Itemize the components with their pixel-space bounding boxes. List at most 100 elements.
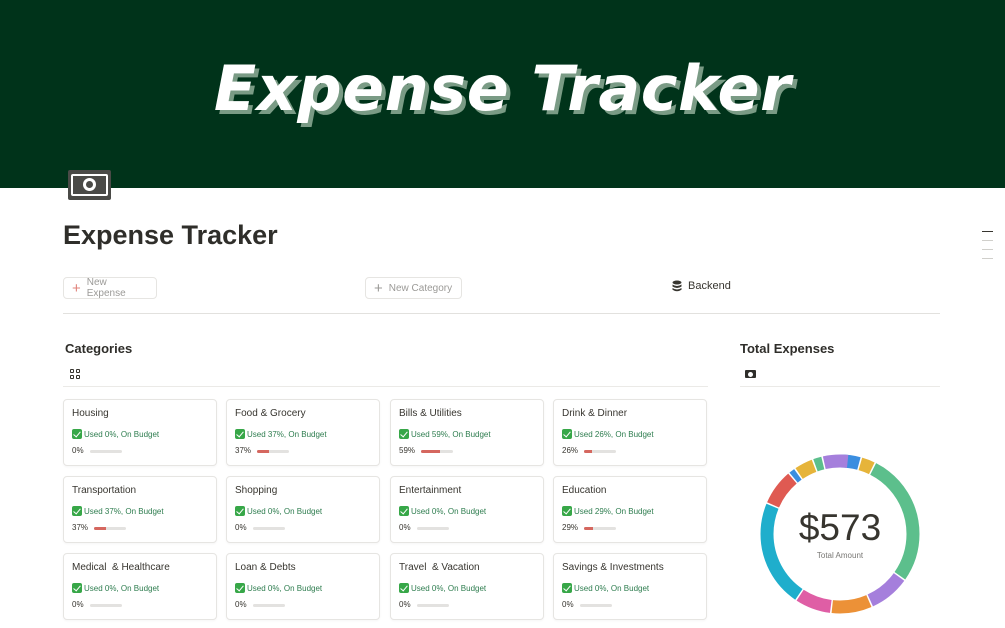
check-mark-icon: [399, 429, 409, 439]
category-card[interactable]: Savings & Investments Used 0%, On Budget 0…: [553, 553, 707, 620]
category-name: Savings & Investments: [562, 562, 664, 573]
category-card[interactable]: Loan & Debts Used 0%, On Budget 0%: [226, 553, 380, 620]
backend-label: Backend: [688, 280, 731, 292]
budget-status-text: Used 37%, On Budget: [247, 429, 327, 439]
usage-progress-bar: [253, 604, 285, 607]
budget-status-text: Used 0%, On Budget: [411, 506, 487, 516]
new-expense-label: New Expense: [86, 277, 126, 299]
new-category-button[interactable]: + New Category: [365, 277, 462, 299]
plus-icon: +: [374, 279, 383, 297]
category-card[interactable]: Transportation Used 37%, On Budget 37%: [63, 476, 217, 543]
usage-progress-bar: [421, 450, 453, 453]
usage-progress-bar: [584, 527, 616, 530]
usage-percent: 59%: [399, 446, 416, 455]
budget-status-text: Used 0%, On Budget: [247, 583, 323, 593]
budget-status: Used 26%, On Budget: [562, 429, 654, 439]
categories-heading: Categories: [65, 341, 133, 356]
budget-status: Used 59%, On Budget: [399, 429, 491, 439]
database-icon: [672, 280, 682, 292]
category-name: Bills & Utilities: [399, 408, 462, 419]
category-card[interactable]: Entertainment Used 0%, On Budget 0%: [390, 476, 544, 543]
new-category-label: New Category: [388, 282, 453, 294]
budget-status-text: Used 29%, On Budget: [574, 506, 654, 516]
gallery-view-icon[interactable]: [70, 369, 81, 380]
category-card[interactable]: Education Used 29%, On Budget 29%: [553, 476, 707, 543]
usage-progress-bar: [417, 604, 449, 607]
budget-status-text: Used 0%, On Budget: [247, 506, 323, 516]
budget-status-text: Used 37%, On Budget: [84, 506, 164, 516]
usage-progress-bar: [580, 604, 612, 607]
budget-status: Used 37%, On Budget: [235, 429, 327, 439]
usage-progress-bar: [90, 604, 122, 607]
usage-progress-bar: [94, 527, 126, 530]
divider: [63, 313, 940, 314]
usage-percent: 0%: [399, 600, 411, 609]
budget-status: Used 0%, On Budget: [72, 429, 159, 439]
category-name: Food & Grocery: [235, 408, 306, 419]
usage-progress-bar: [257, 450, 289, 453]
table-of-contents-indicator[interactable]: [982, 231, 993, 267]
new-expense-button[interactable]: + New Expense: [63, 277, 157, 299]
plus-icon: +: [72, 279, 81, 297]
usage-percent: 0%: [235, 600, 247, 609]
budget-status: Used 37%, On Budget: [72, 506, 164, 516]
total-view-bar: [740, 363, 940, 387]
total-donut-chart: $573 Total Amount: [759, 453, 921, 615]
category-card[interactable]: Travel & Vacation Used 0%, On Budget 0%: [390, 553, 544, 620]
check-mark-icon: [399, 583, 409, 593]
cover-banner: Expense Tracker: [0, 0, 1005, 188]
category-name: Drink & Dinner: [562, 408, 628, 419]
usage-progress-bar: [253, 527, 285, 530]
category-name: Entertainment: [399, 485, 462, 496]
money-bill-icon[interactable]: [745, 370, 756, 378]
budget-status: Used 0%, On Budget: [72, 583, 159, 593]
usage-progress-bar: [584, 450, 616, 453]
check-mark-icon: [562, 583, 572, 593]
budget-status-text: Used 59%, On Budget: [411, 429, 491, 439]
check-mark-icon: [235, 429, 245, 439]
banner-title: Expense Tracker: [213, 52, 792, 125]
budget-status: Used 0%, On Budget: [399, 583, 486, 593]
category-card[interactable]: Food & Grocery Used 37%, On Budget 37%: [226, 399, 380, 466]
check-mark-icon: [72, 506, 82, 516]
usage-progress-bar: [417, 527, 449, 530]
category-name: Education: [562, 485, 607, 496]
usage-percent: 0%: [235, 523, 247, 532]
usage-percent: 37%: [72, 523, 89, 532]
backend-link[interactable]: Backend: [672, 278, 731, 294]
check-mark-icon: [235, 583, 245, 593]
budget-status-text: Used 0%, On Budget: [574, 583, 650, 593]
category-name: Loan & Debts: [235, 562, 296, 573]
usage-percent: 37%: [235, 446, 252, 455]
budget-status-text: Used 0%, On Budget: [84, 583, 160, 593]
total-amount-caption: Total Amount: [816, 551, 864, 560]
category-name: Medical & Healthcare: [72, 562, 170, 573]
page-title: Expense Tracker: [63, 220, 278, 250]
categories-view-bar: [63, 363, 708, 387]
budget-status-text: Used 0%, On Budget: [84, 429, 160, 439]
total-amount: $573: [798, 507, 882, 548]
check-mark-icon: [562, 429, 572, 439]
usage-percent: 0%: [72, 446, 84, 455]
check-mark-icon: [399, 506, 409, 516]
category-name: Transportation: [72, 485, 137, 496]
money-bill-icon[interactable]: [68, 170, 111, 200]
category-name: Housing: [72, 408, 109, 419]
category-card[interactable]: Medical & Healthcare Used 0%, On Budget 0%: [63, 553, 217, 620]
budget-status-text: Used 26%, On Budget: [574, 429, 654, 439]
check-mark-icon: [235, 506, 245, 516]
category-card[interactable]: Bills & Utilities Used 59%, On Budget 59%: [390, 399, 544, 466]
budget-status: Used 0%, On Budget: [562, 583, 649, 593]
category-name: Shopping: [235, 485, 278, 496]
usage-percent: 0%: [72, 600, 84, 609]
category-card[interactable]: Housing Used 0%, On Budget 0%: [63, 399, 217, 466]
usage-progress-bar: [90, 450, 122, 453]
budget-status: Used 0%, On Budget: [399, 506, 486, 516]
budget-status: Used 29%, On Budget: [562, 506, 654, 516]
total-expenses-heading: Total Expenses: [740, 341, 835, 356]
usage-percent: 0%: [399, 523, 411, 532]
category-card[interactable]: Drink & Dinner Used 26%, On Budget 26%: [553, 399, 707, 466]
category-card[interactable]: Shopping Used 0%, On Budget 0%: [226, 476, 380, 543]
usage-percent: 29%: [562, 523, 579, 532]
usage-percent: 0%: [562, 600, 574, 609]
